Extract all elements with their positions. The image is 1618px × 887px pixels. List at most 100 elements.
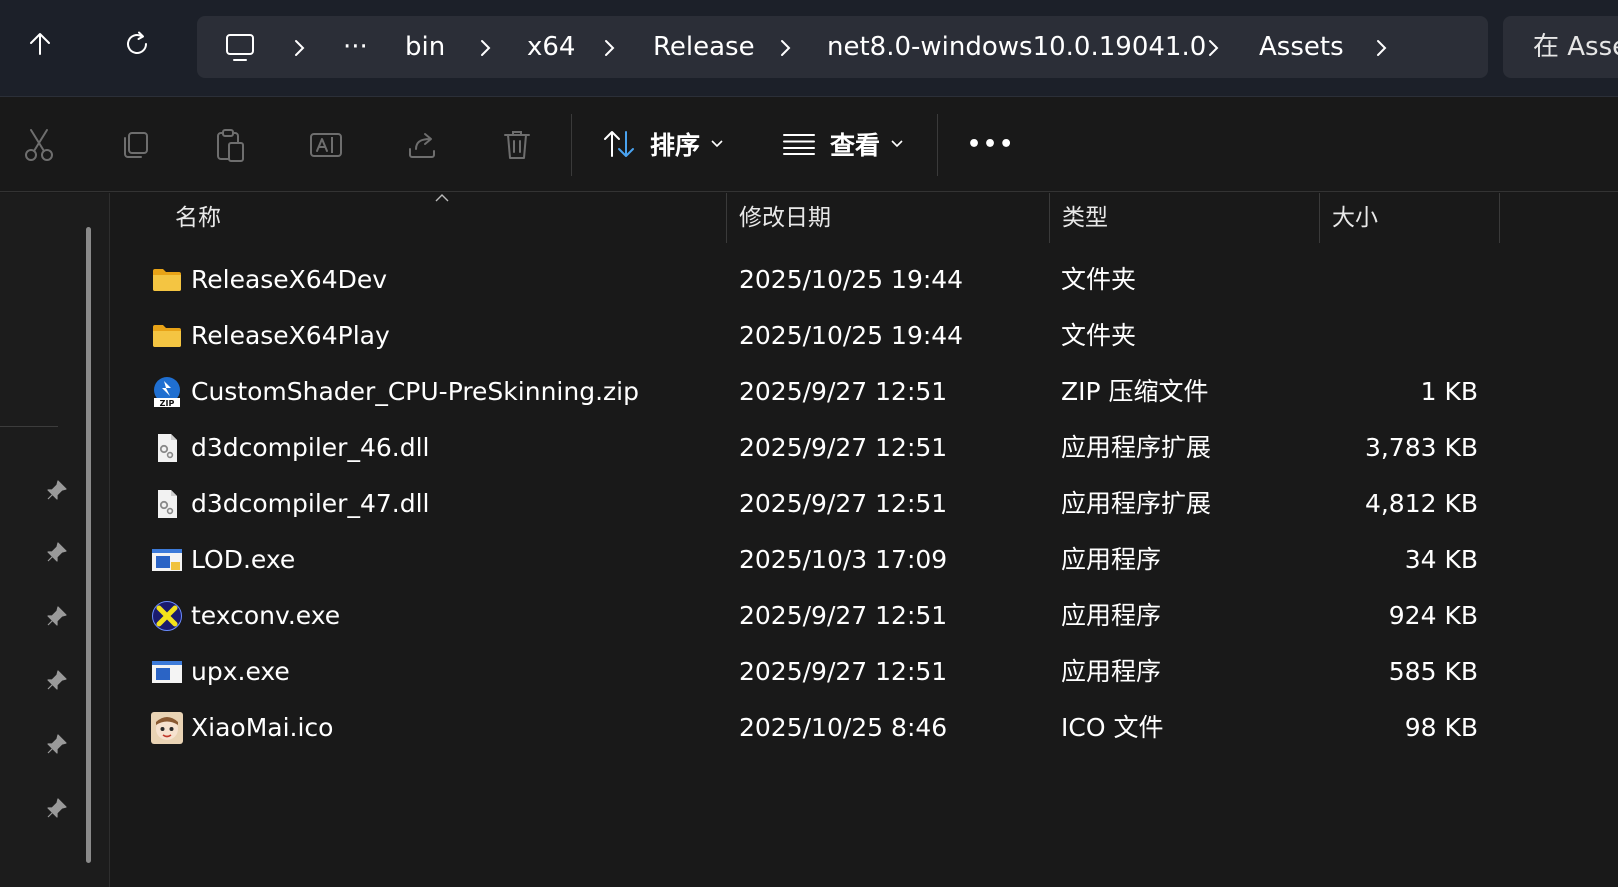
breadcrumb-ellipsis[interactable]: ···: [343, 31, 368, 63]
paste-button[interactable]: [207, 122, 253, 168]
pin-icon[interactable]: [44, 479, 68, 503]
pin-icon[interactable]: [44, 797, 68, 821]
breadcrumb-assets[interactable]: Assets: [1259, 31, 1344, 63]
svg-text:ZIP: ZIP: [160, 399, 175, 408]
chevron-right-icon[interactable]: [775, 36, 795, 60]
delete-button[interactable]: [494, 122, 540, 168]
toolbar-divider: [571, 114, 572, 176]
more-options-button[interactable]: •••: [967, 120, 1015, 168]
avatar-image-icon: [151, 712, 183, 744]
rename-icon: [310, 133, 342, 157]
breadcrumb-bin[interactable]: bin: [405, 31, 445, 63]
file-size: 34 KB: [1404, 545, 1478, 574]
pin-icon[interactable]: [44, 669, 68, 693]
column-header-name[interactable]: 名称: [175, 193, 735, 243]
more-icon: •••: [967, 131, 1016, 157]
file-name: texconv.exe: [191, 601, 341, 630]
file-type: 文件夹: [1061, 265, 1137, 294]
column-divider[interactable]: [1499, 193, 1500, 243]
file-type: 应用程序: [1061, 545, 1162, 574]
zip-icon: ZIP: [154, 377, 180, 408]
up-button[interactable]: [16, 20, 64, 68]
file-row[interactable]: d3dcompiler_47.dll 2025/9/27 12:51 应用程序扩…: [111, 476, 1618, 532]
pin-icon[interactable]: [44, 541, 68, 565]
chevron-down-icon: [891, 140, 903, 148]
file-date: 2025/9/27 12:51: [739, 657, 948, 686]
pin-icon[interactable]: [44, 605, 68, 629]
file-list: 名称 修改日期 类型 大小 ReleaseX64Dev 2025/10/25 1…: [111, 193, 1618, 887]
column-divider[interactable]: [726, 193, 727, 243]
file-name: d3dcompiler_46.dll: [191, 433, 430, 462]
column-divider[interactable]: [1049, 193, 1050, 243]
share-icon: [409, 133, 435, 158]
file-row[interactable]: upx.exe 2025/9/27 12:51 应用程序 585 KB: [111, 644, 1618, 700]
file-type: 应用程序扩展: [1061, 433, 1212, 462]
file-type: 应用程序: [1061, 601, 1162, 630]
file-size: 585 KB: [1388, 657, 1478, 686]
search-placeholder: 在 Assets 中搜索: [1533, 32, 1618, 62]
file-row[interactable]: LOD.exe 2025/10/3 17:09 应用程序 34 KB: [111, 532, 1618, 588]
cut-button[interactable]: [16, 122, 62, 168]
file-row[interactable]: d3dcompiler_46.dll 2025/9/27 12:51 应用程序扩…: [111, 420, 1618, 476]
column-header-size[interactable]: 大小: [1332, 193, 1482, 243]
file-date: 2025/9/27 12:51: [739, 489, 948, 518]
clipboard-icon: [217, 129, 244, 162]
sort-button[interactable]: 排序: [602, 120, 724, 168]
refresh-icon: [127, 31, 147, 54]
file-date: 2025/10/3 17:09: [739, 545, 948, 574]
chevron-right-icon[interactable]: [599, 36, 619, 60]
file-type: 应用程序: [1061, 657, 1162, 686]
file-name: LOD.exe: [191, 545, 296, 574]
exe-window-icon: [152, 661, 182, 683]
column-divider[interactable]: [1319, 193, 1320, 243]
exe-window-icon: [152, 549, 182, 571]
file-size: 3,783 KB: [1364, 433, 1478, 462]
chevron-right-icon[interactable]: [289, 36, 309, 60]
search-box[interactable]: 在 Assets 中搜索: [1503, 16, 1618, 78]
chevron-right-icon[interactable]: [475, 36, 495, 60]
nav-scrollbar[interactable]: [86, 227, 91, 863]
file-name: CustomShader_CPU-PreSkinning.zip: [191, 377, 639, 406]
pin-icon[interactable]: [44, 733, 68, 757]
view-button[interactable]: 查看: [782, 120, 904, 168]
file-name: ReleaseX64Play: [191, 321, 390, 350]
column-header-date[interactable]: 修改日期: [739, 193, 1039, 243]
file-type: ZIP 压缩文件: [1061, 377, 1209, 406]
breadcrumb-release[interactable]: Release: [653, 31, 755, 63]
navigation-pane: [0, 193, 110, 887]
chevron-right-icon[interactable]: [1371, 36, 1391, 60]
refresh-button[interactable]: [113, 20, 161, 68]
file-size: 924 KB: [1388, 601, 1478, 630]
file-type: ICO 文件: [1061, 713, 1164, 742]
file-date: 2025/9/27 12:51: [739, 433, 948, 462]
file-size: 98 KB: [1404, 713, 1478, 742]
dll-icon: [158, 490, 177, 518]
scissors-icon: [25, 129, 53, 161]
file-row[interactable]: texconv.exe 2025/9/27 12:51 应用程序 924 KB: [111, 588, 1618, 644]
list-view-icon: [783, 134, 815, 155]
file-row[interactable]: ZIP CustomShader_CPU-PreSkinning.zip 202…: [111, 364, 1618, 420]
chevron-right-icon[interactable]: [1203, 36, 1223, 60]
file-date: 2025/9/27 12:51: [739, 601, 948, 630]
folder-icon: [153, 325, 181, 347]
sort-arrows-icon: [604, 131, 634, 157]
file-size: 1 KB: [1420, 377, 1478, 406]
file-date: 2025/9/27 12:51: [739, 377, 948, 406]
file-size: 4,812 KB: [1364, 489, 1478, 518]
rename-button[interactable]: [303, 122, 349, 168]
address-bar[interactable]: ··· bin x64 Release net8.0-windows10.0.1…: [197, 16, 1488, 78]
share-button[interactable]: [399, 122, 445, 168]
breadcrumb-net8[interactable]: net8.0-windows10.0.19041.0: [827, 31, 1206, 63]
file-row[interactable]: ReleaseX64Dev 2025/10/25 19:44 文件夹: [111, 252, 1618, 308]
file-type: 文件夹: [1061, 321, 1137, 350]
computer-icon: [226, 34, 254, 61]
trash-icon: [504, 131, 530, 159]
copy-button[interactable]: [112, 122, 158, 168]
view-label: 查看: [830, 131, 881, 160]
file-name: ReleaseX64Dev: [191, 265, 388, 294]
column-header-type[interactable]: 类型: [1062, 193, 1312, 243]
file-row[interactable]: XiaoMai.ico 2025/10/25 8:46 ICO 文件 98 KB: [111, 700, 1618, 756]
file-name: upx.exe: [191, 657, 290, 686]
file-row[interactable]: ReleaseX64Play 2025/10/25 19:44 文件夹: [111, 308, 1618, 364]
breadcrumb-x64[interactable]: x64: [527, 31, 575, 63]
